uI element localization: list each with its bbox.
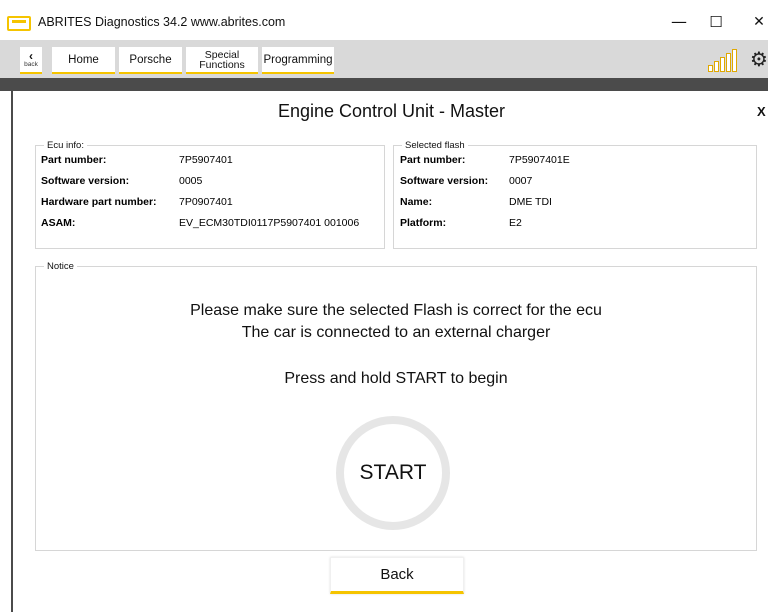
flash-part-number-value: 7P5907401E [509,154,570,166]
title-bar: ABRITES Diagnostics 34.2 www.abrites.com… [0,0,768,40]
gear-icon[interactable]: ⚙ [750,48,768,70]
ecu-asam-label: ASAM: [41,217,76,229]
start-label: START [359,461,427,484]
maximize-button[interactable]: ☐ [693,8,739,36]
back-nav-button[interactable]: ‹ back [20,47,42,74]
dialog-title: Engine Control Unit - Master [277,101,506,121]
notice-line-2: The car is connected to an external char… [241,324,551,341]
dialog-close-button[interactable]: X [757,104,766,119]
ecu-software-version-value: 0005 [179,175,203,187]
flash-software-version-label: Software version: [400,175,489,187]
special-functions-button[interactable]: Special Functions [186,47,258,74]
start-button[interactable]: START [336,416,450,530]
home-button[interactable]: Home [52,47,115,74]
notice-line-3: Press and hold START to begin [284,370,508,387]
flash-software-version-value: 0007 [509,175,533,187]
special-functions-line2: Functions [199,58,245,71]
flash-name-value: DME TDI [509,196,552,208]
selected-flash-legend: Selected flash [405,140,465,151]
notice-line-1: Please make sure the selected Flash is c… [190,302,602,319]
porsche-button[interactable]: Porsche [119,47,182,74]
signal-strength-icon [708,48,738,72]
ecu-info-legend: Ecu info: [47,140,84,151]
back-button[interactable]: Back [330,557,464,594]
ecu-hardware-part-number-value: 7P0907401 [179,196,233,208]
flash-platform-label: Platform: [400,217,447,229]
ecu-dialog: Engine Control Unit - Master X Ecu info:… [11,91,768,612]
flash-name-label: Name: [400,196,433,208]
separator-bar [0,78,768,91]
toolbar: ‹ back Home Porsche Special Functions Pr… [0,40,768,78]
ecu-asam-value: EV_ECM30TDI0117P5907401 001006 [179,217,360,229]
abrites-logo-icon [7,16,31,31]
special-functions-line1: Special [204,48,240,61]
notice-legend: Notice [47,261,74,272]
close-window-button[interactable]: ✕ [736,8,768,36]
ecu-part-number-value: 7P5907401 [179,154,233,166]
ecu-software-version-label: Software version: [41,175,130,187]
programming-button[interactable]: Programming [262,47,334,74]
ecu-hardware-part-number-label: Hardware part number: [41,196,157,208]
ecu-part-number-label: Part number: [41,154,107,166]
back-nav-label: back [24,61,38,69]
flash-part-number-label: Part number: [400,154,466,166]
window-title: ABRITES Diagnostics 34.2 www.abrites.com [38,15,286,29]
flash-platform-value: E2 [509,217,522,229]
